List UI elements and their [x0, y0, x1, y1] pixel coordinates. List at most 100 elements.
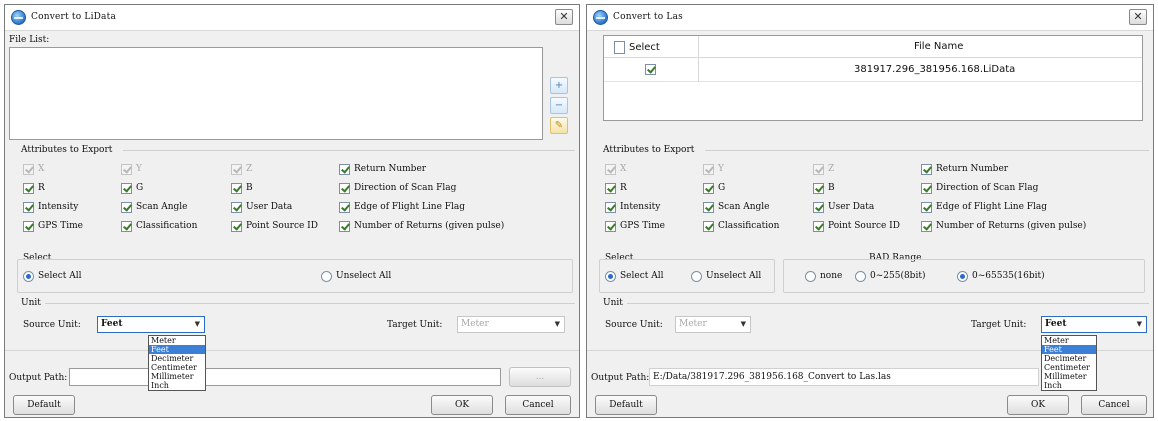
attr-edge-of-flight-line-flag-checkbox[interactable]: Edge of Flight Line Flag: [339, 200, 465, 214]
unit-option[interactable]: Feet: [149, 345, 205, 354]
checkbox-indicator[interactable]: [339, 163, 350, 175]
bad-range-none-indicator[interactable]: [805, 270, 816, 282]
close-button[interactable]: ✕: [555, 9, 573, 25]
unselect-all-radio-indicator[interactable]: [691, 270, 702, 282]
checkbox-indicator[interactable]: [121, 201, 132, 213]
checkbox-indicator[interactable]: [703, 182, 714, 194]
checkbox-indicator[interactable]: [231, 201, 242, 213]
select-all-radio[interactable]: Select All: [605, 269, 663, 283]
attr-r-checkbox[interactable]: R: [23, 181, 45, 195]
attr-user-data-checkbox[interactable]: User Data: [813, 200, 874, 214]
attr-edge-of-flight-line-flag-checkbox[interactable]: Edge of Flight Line Flag: [921, 200, 1047, 214]
attr-classification-checkbox[interactable]: Classification: [703, 219, 779, 233]
select-all-radio-indicator[interactable]: [23, 270, 34, 282]
attr-point-source-id-checkbox[interactable]: Point Source ID: [813, 219, 900, 233]
checkbox-indicator[interactable]: [921, 201, 932, 213]
checkbox-indicator[interactable]: [339, 201, 350, 213]
unit-option[interactable]: Meter: [149, 336, 205, 345]
cancel-button[interactable]: Cancel: [1081, 395, 1147, 415]
attr-b-checkbox[interactable]: B: [231, 181, 253, 195]
unit-option[interactable]: Inch: [1042, 381, 1096, 390]
source-unit-dropdown[interactable]: Meter Feet Decimeter Centimeter Millimeter In…: [148, 335, 206, 391]
unit-option[interactable]: Feet: [1042, 345, 1096, 354]
unit-option[interactable]: Millimeter: [1042, 372, 1096, 381]
target-unit-dropdown[interactable]: Meter Feet Decimeter Centimeter Millimeter In…: [1041, 335, 1097, 391]
attr-point-source-id-checkbox[interactable]: Point Source ID: [231, 219, 318, 233]
bad-range-16bit-radio[interactable]: 0~65535(16bit): [957, 269, 1045, 283]
attr-gps-time-checkbox[interactable]: GPS Time: [605, 219, 665, 233]
attr-return-number-checkbox[interactable]: Return Number: [921, 162, 1008, 176]
default-button[interactable]: Default: [13, 395, 75, 415]
cancel-button[interactable]: Cancel: [505, 395, 571, 415]
browse-button[interactable]: ...: [509, 367, 571, 387]
checkbox-indicator[interactable]: [121, 182, 132, 194]
unit-option[interactable]: Centimeter: [1042, 363, 1096, 372]
row-checkbox[interactable]: [645, 64, 656, 75]
checkbox-indicator[interactable]: [921, 220, 932, 232]
header-checkbox[interactable]: [614, 40, 625, 54]
attr-intensity-checkbox[interactable]: Intensity: [23, 200, 78, 214]
attr-direction-of-scan-flag-checkbox[interactable]: Direction of Scan Flag: [339, 181, 456, 195]
checkbox-indicator[interactable]: [121, 220, 132, 232]
target-unit-combo[interactable]: Meter ▼: [457, 316, 565, 333]
checkbox-indicator[interactable]: [231, 182, 242, 194]
checkbox-indicator[interactable]: [813, 182, 824, 194]
unit-option[interactable]: Inch: [149, 381, 205, 390]
unit-option[interactable]: Decimeter: [1042, 354, 1096, 363]
attr-scan-angle-checkbox[interactable]: Scan Angle: [703, 200, 770, 214]
unselect-all-radio[interactable]: Unselect All: [321, 269, 391, 283]
ok-button[interactable]: OK: [431, 395, 493, 415]
select-all-radio-indicator[interactable]: [605, 270, 616, 282]
add-file-button[interactable]: +: [550, 77, 568, 94]
default-button[interactable]: Default: [595, 395, 657, 415]
close-button[interactable]: ✕: [1129, 9, 1147, 25]
bad-range-none-radio[interactable]: none: [805, 269, 842, 283]
attr-g-checkbox[interactable]: G: [703, 181, 725, 195]
checkbox-indicator[interactable]: [813, 220, 824, 232]
checkbox-indicator[interactable]: [605, 220, 616, 232]
checkbox-indicator[interactable]: [339, 220, 350, 232]
select-all-radio[interactable]: Select All: [23, 269, 81, 283]
attr-number-of-returns-given-pulse-checkbox[interactable]: Number of Returns (given pulse): [339, 219, 504, 233]
ok-button[interactable]: OK: [1007, 395, 1069, 415]
attr-r-checkbox[interactable]: R: [605, 181, 627, 195]
unit-option[interactable]: Meter: [1042, 336, 1096, 345]
checkbox-indicator[interactable]: [339, 182, 350, 194]
unit-option[interactable]: Millimeter: [149, 372, 205, 381]
table-row[interactable]: 381917.296_381956.168.LiData: [604, 58, 1142, 82]
unselect-all-radio[interactable]: Unselect All: [691, 269, 761, 283]
unit-option[interactable]: Decimeter: [149, 354, 205, 363]
checkbox-indicator[interactable]: [813, 201, 824, 213]
output-path-input[interactable]: [69, 368, 501, 386]
checkbox-indicator[interactable]: [23, 201, 34, 213]
attr-classification-checkbox[interactable]: Classification: [121, 219, 197, 233]
source-unit-combo[interactable]: Meter ▼: [675, 316, 751, 333]
attr-user-data-checkbox[interactable]: User Data: [231, 200, 292, 214]
checkbox-indicator[interactable]: [921, 182, 932, 194]
attr-g-checkbox[interactable]: G: [121, 181, 143, 195]
unselect-all-radio-indicator[interactable]: [321, 270, 332, 282]
target-unit-combo[interactable]: Feet ▼: [1041, 316, 1147, 333]
bad-range-8bit-radio[interactable]: 0~255(8bit): [855, 269, 925, 283]
source-unit-combo[interactable]: Feet ▼: [97, 316, 205, 333]
attr-return-number-checkbox[interactable]: Return Number: [339, 162, 426, 176]
checkbox-indicator[interactable]: [921, 163, 932, 175]
unit-option[interactable]: Centimeter: [149, 363, 205, 372]
edit-file-button[interactable]: ✎: [550, 117, 568, 134]
bad-range-8bit-indicator[interactable]: [855, 270, 866, 282]
remove-file-button[interactable]: −: [550, 97, 568, 114]
checkbox-indicator[interactable]: [703, 201, 714, 213]
attr-number-of-returns-given-pulse-checkbox[interactable]: Number of Returns (given pulse): [921, 219, 1086, 233]
attr-gps-time-checkbox[interactable]: GPS Time: [23, 219, 83, 233]
output-path-input[interactable]: E:/Data/381917.296_381956.168_Convert to…: [649, 368, 1039, 386]
attr-b-checkbox[interactable]: B: [813, 181, 835, 195]
attr-direction-of-scan-flag-checkbox[interactable]: Direction of Scan Flag: [921, 181, 1038, 195]
checkbox-indicator[interactable]: [605, 182, 616, 194]
checkbox-indicator[interactable]: [605, 201, 616, 213]
file-list-box[interactable]: [9, 47, 543, 140]
checkbox-indicator[interactable]: [23, 220, 34, 232]
attr-intensity-checkbox[interactable]: Intensity: [605, 200, 660, 214]
checkbox-indicator[interactable]: [231, 220, 242, 232]
checkbox-indicator[interactable]: [23, 182, 34, 194]
checkbox-indicator[interactable]: [703, 220, 714, 232]
